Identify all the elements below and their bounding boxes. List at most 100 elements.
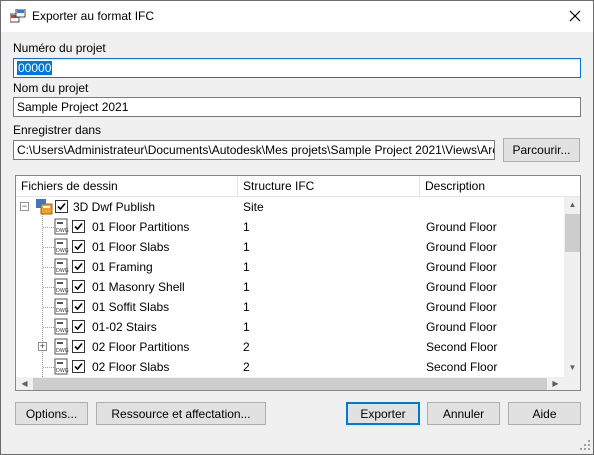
check-icon [74, 282, 83, 291]
ifc-structure: 1 [243, 300, 250, 314]
row-checkbox[interactable] [72, 320, 85, 333]
ifc-export-icon [10, 9, 26, 23]
svg-text:DWG: DWG [56, 368, 69, 374]
title-bar: Exporter au format IFC [1, 1, 593, 32]
file-description: Ground Floor [426, 260, 497, 274]
resize-grip-icon[interactable] [579, 439, 591, 451]
check-icon [74, 302, 83, 311]
browse-button[interactable]: Parcourir... [503, 138, 580, 162]
ifc-structure: 2 [243, 340, 250, 354]
scroll-right-icon[interactable]: ▶ [547, 379, 564, 388]
file-description: Second Floor [426, 340, 498, 354]
status-bar [1, 432, 593, 454]
file-description: Ground Floor [426, 300, 497, 314]
scroll-down-icon[interactable]: ▼ [564, 363, 580, 372]
row-checkbox[interactable] [72, 280, 85, 293]
row-checkbox[interactable] [72, 340, 85, 353]
row-checkbox[interactable] [72, 300, 85, 313]
dwg-file-icon: DWG [54, 358, 69, 375]
dwg-file-icon: DWG [54, 238, 69, 255]
vertical-scroll-thumb[interactable] [565, 214, 580, 252]
tree-guide-branch [43, 227, 54, 228]
horizontal-scrollbar[interactable]: ◀ ▶ [16, 377, 564, 390]
check-icon [74, 362, 83, 371]
list-item[interactable]: DWG 01 Masonry Shell 1 Ground Floor [16, 277, 564, 297]
tree-guide-branch [43, 267, 54, 268]
dwg-file-icon: DWG [54, 278, 69, 295]
check-icon [74, 262, 83, 271]
export-button[interactable]: Exporter [346, 402, 420, 425]
help-button[interactable]: Aide [508, 402, 581, 425]
file-name: 02 Floor Partitions [92, 340, 190, 354]
list-item[interactable]: DWG 01 Framing 1 Ground Floor [16, 257, 564, 277]
ifc-structure: 1 [243, 320, 250, 334]
save-path-input[interactable]: C:\Users\Administrateur\Documents\Autode… [13, 140, 495, 160]
resource-assignment-button[interactable]: Ressource et affectation... [96, 402, 266, 425]
dwg-file-icon: DWG [54, 298, 69, 315]
save-in-label: Enregistrer dans [13, 123, 102, 137]
list-item[interactable]: DWG 02 Floor Slabs 2 Second Floor [16, 357, 564, 377]
check-icon [74, 342, 83, 351]
tree-guide-branch [43, 367, 54, 368]
tree-guide-branch [43, 247, 54, 248]
column-header-description[interactable]: Description [420, 176, 580, 197]
column-header-structure[interactable]: Structure IFC [238, 176, 420, 197]
file-name: 01 Soffit Slabs [92, 300, 170, 314]
check-icon [74, 222, 83, 231]
collapse-expander[interactable]: − [20, 202, 29, 211]
expand-expander[interactable]: + [38, 342, 47, 351]
close-button[interactable] [561, 5, 589, 27]
file-name: 02 Floor Slabs [92, 360, 170, 374]
row-checkbox[interactable] [55, 200, 68, 213]
file-name: 3D Dwf Publish [73, 200, 156, 214]
options-button[interactable]: Options... [15, 402, 88, 425]
tree-guide-branch [43, 327, 54, 328]
dwg-file-icon: DWG [54, 318, 69, 335]
project-name-label: Nom du projet [13, 81, 89, 95]
scroll-up-icon[interactable]: ▲ [564, 200, 580, 209]
vertical-scrollbar[interactable]: ▲ ▼ [564, 197, 580, 377]
project-name-input[interactable]: Sample Project 2021 [13, 97, 581, 117]
file-name: 01 Floor Partitions [92, 220, 190, 234]
row-checkbox[interactable] [72, 260, 85, 273]
file-name: 01 Floor Slabs [92, 240, 170, 254]
svg-text:DWG: DWG [56, 248, 69, 254]
list-item[interactable]: DWG 01 Floor Partitions 1 Ground Floor [16, 217, 564, 237]
list-item[interactable]: + DWG 02 Floor Partitions 2 Second Floor [16, 337, 564, 357]
horizontal-scroll-thumb[interactable] [33, 378, 547, 390]
check-icon [74, 322, 83, 331]
column-header-files[interactable]: Fichiers de dessin [16, 176, 238, 197]
file-description: Second Floor [426, 360, 498, 374]
file-name: 01 Framing [92, 260, 153, 274]
row-checkbox[interactable] [72, 360, 85, 373]
scroll-left-icon[interactable]: ◀ [16, 379, 33, 388]
file-description: Ground Floor [426, 320, 497, 334]
drawing-files-list[interactable]: Fichiers de dessin Structure IFC Descrip… [15, 175, 581, 391]
list-item[interactable]: DWG 01 Floor Slabs 1 Ground Floor [16, 237, 564, 257]
file-name: 01 Masonry Shell [92, 280, 185, 294]
ifc-structure: 1 [243, 220, 250, 234]
ifc-structure: 1 [243, 280, 250, 294]
row-checkbox[interactable] [72, 240, 85, 253]
dwg-file-icon: DWG [54, 258, 69, 275]
svg-text:DWG: DWG [56, 308, 69, 314]
project-number-label: Numéro du projet [13, 41, 106, 55]
list-item[interactable]: DWG 01-02 Stairs 1 Ground Floor [16, 317, 564, 337]
row-checkbox[interactable] [72, 220, 85, 233]
list-item[interactable]: DWG 01 Soffit Slabs 1 Ground Floor [16, 297, 564, 317]
cancel-button[interactable]: Annuler [427, 402, 500, 425]
tree-guide-branch [43, 287, 54, 288]
dwg-file-icon: DWG [54, 338, 69, 355]
check-icon [74, 242, 83, 251]
ifc-structure: Site [243, 200, 264, 214]
list-item[interactable]: − 3D Dwf Publish Site [16, 197, 564, 217]
scrollbar-corner [564, 377, 580, 390]
dwg-file-icon: DWG [54, 218, 69, 235]
project-number-input[interactable]: 00000 [13, 58, 581, 78]
svg-text:DWG: DWG [56, 228, 69, 234]
file-description: Ground Floor [426, 280, 497, 294]
window-title: Exporter au format IFC [32, 9, 155, 23]
file-description: Ground Floor [426, 220, 497, 234]
close-icon [569, 10, 581, 22]
file-name: 01-02 Stairs [92, 320, 157, 334]
